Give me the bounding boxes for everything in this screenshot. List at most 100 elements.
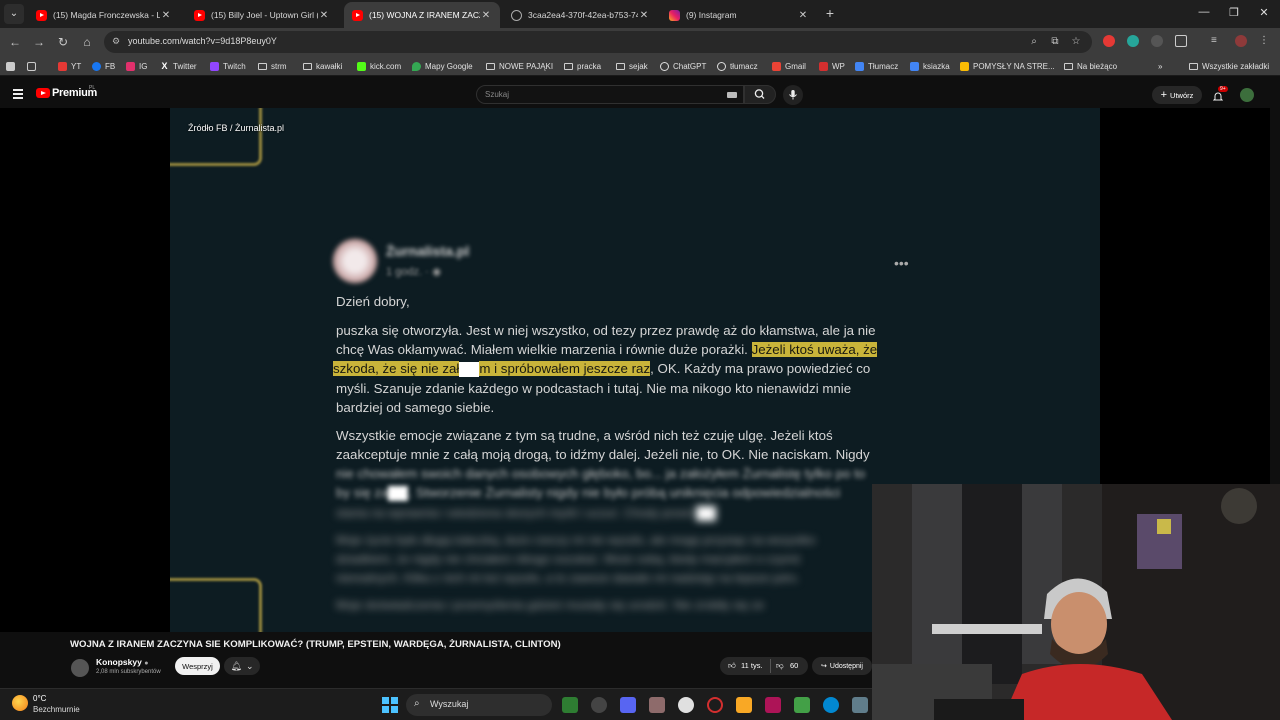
like-icon[interactable]: 👍︎ — [728, 661, 736, 671]
tab-close-icon[interactable]: ✕ — [160, 10, 172, 21]
chrome-icon[interactable] — [678, 697, 694, 713]
install-app-icon[interactable]: ⧉ — [1049, 36, 1061, 48]
minimize-icon[interactable]: — — [1197, 6, 1211, 18]
dislike-icon[interactable]: 👎︎ — [776, 661, 784, 671]
bookmark-maps[interactable]: Mapy Google — [412, 60, 473, 72]
bookmark-ksiazka[interactable]: ksiazka — [910, 60, 950, 72]
bookmark-wp[interactable]: WP — [819, 60, 845, 72]
profile-avatar[interactable] — [1235, 35, 1247, 47]
bookmark-folder-sejak[interactable]: sejak — [616, 60, 648, 72]
search-input[interactable]: Szukaj — [476, 85, 744, 104]
weather-description[interactable]: Bezchmurnie — [33, 705, 80, 714]
record-extension-icon[interactable] — [1103, 35, 1115, 47]
bookmark-pomysly[interactable]: POMYSŁY NA STRE... — [960, 60, 1055, 72]
calculator-icon[interactable] — [852, 697, 868, 713]
apps-icon[interactable] — [6, 60, 19, 72]
tab-search-button[interactable]: ⌄ — [4, 4, 24, 24]
create-button[interactable]: + Utwórz — [1152, 86, 1202, 104]
extension-icon[interactable] — [1151, 35, 1163, 47]
tab-close-icon[interactable]: ✕ — [797, 10, 809, 21]
post-greeting: Dzień dobry, — [336, 294, 410, 309]
like-count[interactable]: 11 tys. — [741, 661, 763, 670]
post-author-name: Żurnalista.pl — [386, 243, 470, 259]
account-avatar[interactable] — [1240, 88, 1254, 102]
tab-groups-icon[interactable] — [27, 60, 40, 72]
forward-icon[interactable]: → — [31, 34, 47, 50]
bookmark-twitter[interactable]: X Twitter — [160, 60, 196, 72]
bookmark-yt[interactable]: YT — [58, 60, 81, 72]
bookmark-twitch[interactable]: Twitch — [210, 60, 246, 72]
app-icon[interactable] — [591, 697, 607, 713]
shield-app-icon[interactable] — [562, 697, 578, 713]
tab-close-icon[interactable]: ✕ — [318, 10, 330, 21]
highlighted-text: Jeżeli ktoś uważa, że — [751, 342, 878, 357]
zoom-icon[interactable]: ⌕ — [1028, 36, 1040, 48]
post-line: Wszystkie emocje związane z tym są trudn… — [336, 428, 833, 443]
browser-tab[interactable]: 3caa2ea4-370f-42ea-b753-74b ✕ — [503, 2, 658, 28]
home-icon[interactable]: ⌂ — [79, 34, 95, 50]
search-button[interactable] — [744, 85, 776, 104]
start-button-icon[interactable] — [382, 697, 398, 713]
keyboard-icon[interactable] — [727, 92, 737, 98]
app-icon[interactable] — [649, 697, 665, 713]
subscription-bell-button[interactable]: 🔔︎ ⌄ — [224, 657, 260, 675]
weather-icon[interactable] — [12, 695, 28, 711]
x-icon: X — [161, 60, 168, 71]
bookmark-folder-na-biezaco[interactable]: Na bieżąco — [1064, 60, 1117, 72]
bookmark-ig[interactable]: IG — [126, 60, 147, 72]
channel-name[interactable]: Konopskyy ● — [96, 657, 148, 667]
edge-icon[interactable] — [823, 697, 839, 713]
bookmark-folder-nowe-pajaki[interactable]: NOWE PAJĄKI — [486, 60, 553, 72]
bookmarks-bar: YT FB IG X Twitter Twitch strm kawałki ki… — [0, 56, 1280, 76]
back-icon[interactable]: ← — [7, 34, 23, 50]
url-text[interactable]: youtube.com/watch?v=9d18P8euy0Y — [128, 36, 277, 46]
bookmark-chatgpt[interactable]: ChatGPT — [660, 60, 706, 72]
bookmark-tlumacz[interactable]: tłumacz — [717, 60, 758, 72]
post-line: puszka się otworzyła. Jest w niej wszyst… — [336, 323, 876, 338]
tab-title: (9) Instagram — [686, 10, 737, 20]
opera-icon[interactable] — [707, 697, 723, 713]
close-window-icon[interactable]: ✕ — [1257, 6, 1271, 19]
bookmark-fb[interactable]: FB — [92, 60, 115, 72]
browser-tab[interactable]: (15) Billy Joel - Uptown Girl (Off ✕ — [186, 2, 338, 28]
voice-search-button[interactable] — [783, 85, 803, 105]
bookmarks-overflow-icon[interactable]: » — [1158, 60, 1162, 72]
app-icon[interactable] — [794, 697, 810, 713]
bookmark-star-icon[interactable]: ☆ — [1070, 36, 1082, 48]
browser-tab[interactable]: (15) Magda Fronczewska - Lale ✕ — [28, 2, 180, 28]
browser-tab-active[interactable]: (15) WOJNA Z IRANEM ZACZYNA ✕ — [344, 2, 500, 28]
site-info-icon[interactable]: ⚙ — [112, 36, 123, 47]
tab-title: (15) Billy Joel - Uptown Girl (Off — [211, 10, 318, 20]
extension-icon[interactable] — [1127, 35, 1139, 47]
share-button[interactable]: ↪ Udostępnij — [812, 657, 872, 675]
tab-close-icon[interactable]: ✕ — [638, 10, 650, 21]
facebook-icon — [92, 61, 101, 71]
bookmark-kick[interactable]: kick.com — [357, 60, 401, 72]
extensions-puzzle-icon[interactable] — [1175, 35, 1187, 47]
bookmark-gmail[interactable]: Gmail — [772, 60, 806, 72]
bookmark-folder-strm[interactable]: strm — [258, 60, 287, 72]
support-button[interactable]: Wesprzyj — [175, 657, 220, 675]
channel-avatar[interactable] — [71, 659, 89, 677]
tab-close-icon[interactable]: ✕ — [480, 10, 492, 21]
media-control-icon[interactable]: ≡ — [1211, 35, 1223, 47]
address-bar[interactable]: ⚙ youtube.com/watch?v=9d18P8euy0Y ⌕ ⧉ ☆ — [104, 31, 1092, 53]
file-explorer-icon[interactable] — [736, 697, 752, 713]
dislike-count[interactable]: 60 — [790, 661, 798, 670]
bookmark-tlumacz-2[interactable]: Tłumacz — [855, 60, 898, 72]
taskbar-search[interactable]: ⌕ Wyszukaj — [406, 694, 552, 716]
bookmark-folder-kawalki[interactable]: kawałki — [303, 60, 342, 72]
temperature[interactable]: 0°C — [33, 694, 46, 703]
browser-menu-icon[interactable]: ⋮ — [1259, 35, 1271, 47]
reload-icon[interactable]: ↻ — [55, 34, 71, 50]
app-icon[interactable] — [765, 697, 781, 713]
restore-icon[interactable]: ❐ — [1227, 6, 1241, 19]
discord-icon[interactable] — [620, 697, 636, 713]
all-bookmarks[interactable]: Wszystkie zakładki — [1189, 60, 1269, 72]
browser-tab[interactable]: (9) Instagram ✕ — [661, 2, 817, 28]
new-tab-button[interactable]: + — [822, 5, 838, 21]
menu-icon[interactable] — [13, 89, 23, 101]
bookmark-folder-pracka[interactable]: pracka — [564, 60, 601, 72]
youtube-logo-icon[interactable] — [36, 88, 50, 98]
video-letterbox-left — [0, 108, 170, 632]
